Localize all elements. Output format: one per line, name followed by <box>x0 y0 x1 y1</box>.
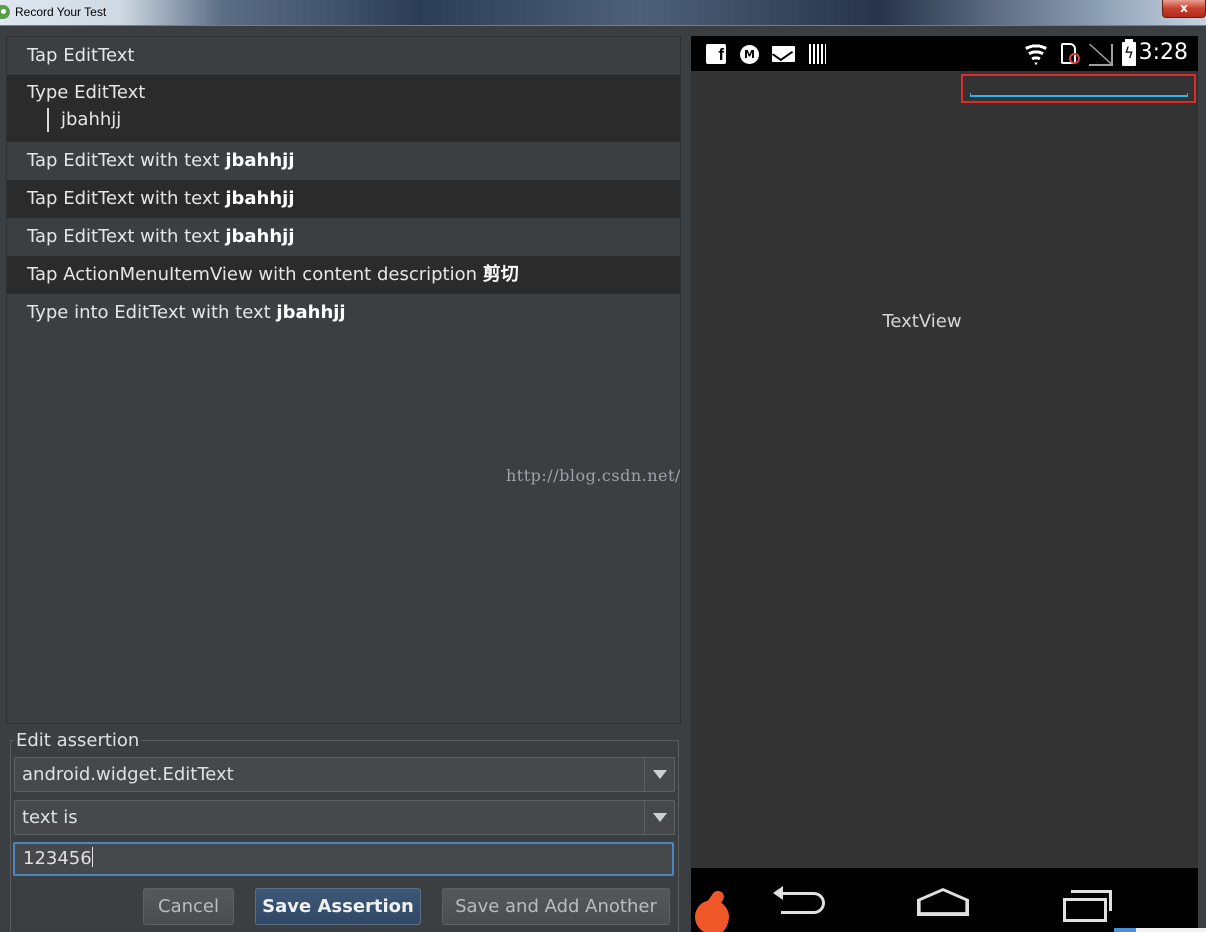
chevron-down-icon[interactable] <box>644 758 674 791</box>
event-value: jbahhjj <box>225 188 295 209</box>
selected-edittext-highlight[interactable] <box>961 74 1196 103</box>
cancel-button[interactable]: Cancel <box>143 888 234 925</box>
assertion-value-input[interactable]: 123456 <box>13 842 674 876</box>
navigation-bar <box>691 868 1198 932</box>
save-and-add-another-button[interactable]: Save and Add Another <box>442 888 670 925</box>
window-title: Record Your Test <box>15 5 107 19</box>
recorded-events-list[interactable]: Tap EditText Type EditText jbahhjj Tap E… <box>6 36 681 724</box>
event-text: Tap EditText with text <box>27 150 226 171</box>
facebook-icon: f <box>706 44 726 64</box>
edit-assertion-legend: Edit assertion <box>14 730 142 751</box>
save-assertion-button[interactable]: Save Assertion <box>255 888 421 925</box>
element-select[interactable]: android.widget.EditText <box>14 757 675 792</box>
element-select-value: android.widget.EditText <box>22 764 234 785</box>
corner-accent <box>1114 928 1206 932</box>
condition-select[interactable]: text is <box>14 800 675 835</box>
status-bar: f M 3:28 <box>691 36 1198 71</box>
window-title-bar: Record Your Test x <box>0 0 1206 26</box>
event-row[interactable]: Tap EditText with text jbahhjj <box>7 142 680 180</box>
event-text: Tap EditText <box>27 45 135 66</box>
wifi-icon <box>1023 42 1049 68</box>
condition-select-value: text is <box>22 807 78 828</box>
battery-charging-icon <box>1122 39 1136 66</box>
event-text: Tap ActionMenuItemView with content desc… <box>27 264 483 285</box>
event-text: Type EditText <box>27 82 146 103</box>
event-text: Type into EditText with text <box>27 302 277 323</box>
event-row[interactable]: Tap EditText <box>7 37 680 75</box>
signal-icon <box>1089 44 1113 66</box>
assertion-value-text: 123456 <box>23 848 92 869</box>
status-clock: 3:28 <box>1138 40 1188 65</box>
event-row[interactable]: Type EditText jbahhjj <box>7 75 680 142</box>
edittext-underline <box>970 93 1188 97</box>
barcode-icon <box>809 44 826 64</box>
typed-value: jbahhjj <box>47 108 660 132</box>
text-caret <box>91 847 93 867</box>
event-text: Tap EditText with text <box>27 188 226 209</box>
event-value: 剪切 <box>482 264 519 285</box>
event-row[interactable]: Tap EditText with text jbahhjj <box>7 218 680 256</box>
gmail-icon <box>772 46 795 62</box>
back-icon[interactable] <box>773 886 825 914</box>
home-icon[interactable] <box>917 888 969 916</box>
chevron-down-icon[interactable] <box>644 801 674 834</box>
event-value: jbahhjj <box>225 150 295 171</box>
close-window-button[interactable]: x <box>1162 0 1206 18</box>
no-sim-icon <box>1069 53 1080 64</box>
event-value: jbahhjj <box>225 226 295 247</box>
event-row[interactable]: Type into EditText with text jbahhjj <box>7 294 680 332</box>
recorder-icon[interactable] <box>691 888 736 932</box>
event-text: Tap EditText with text <box>27 226 226 247</box>
device-textview[interactable]: TextView <box>691 311 1153 332</box>
device-screen-preview[interactable]: f M 3:28 TextView <box>691 36 1198 932</box>
motorola-icon: M <box>740 45 759 64</box>
event-row[interactable]: Tap ActionMenuItemView with content desc… <box>7 256 680 294</box>
event-row[interactable]: Tap EditText with text jbahhjj <box>7 180 680 218</box>
event-value: jbahhjj <box>276 302 346 323</box>
watermark-text: http://blog.csdn.net/ <box>506 466 681 485</box>
android-studio-icon <box>0 5 10 19</box>
recent-apps-icon[interactable] <box>1063 890 1112 922</box>
